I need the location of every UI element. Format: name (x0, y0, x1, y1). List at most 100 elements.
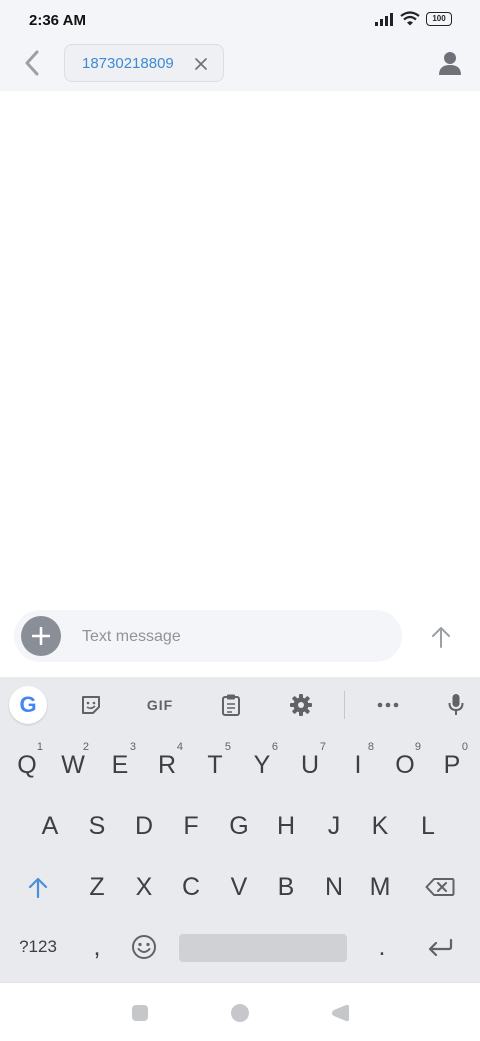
comma-key[interactable]: , (75, 921, 119, 973)
attach-button[interactable] (21, 616, 61, 656)
clipboard-button[interactable] (211, 685, 251, 725)
status-icons: 100 (374, 11, 452, 26)
backspace-key[interactable] (418, 861, 462, 913)
key-y[interactable]: Y6 (240, 739, 284, 791)
period-key[interactable]: . (360, 921, 404, 973)
space-key[interactable] (179, 934, 347, 962)
key-hint: 5 (224, 741, 231, 753)
google-search-button[interactable]: G (9, 686, 47, 724)
key-hint: 1 (36, 741, 43, 753)
battery-icon: 100 (426, 11, 452, 26)
arrow-up-icon (432, 627, 450, 648)
key-x[interactable]: X (122, 861, 166, 913)
recipient-number: 18730218809 (82, 54, 174, 72)
key-label: W (61, 750, 85, 779)
key-hint: 7 (319, 741, 326, 753)
backspace-icon (425, 878, 455, 896)
contact-button[interactable] (436, 48, 464, 78)
key-label: U (300, 750, 320, 779)
status-time: 2:36 AM (29, 12, 86, 29)
enter-icon (428, 938, 453, 956)
symbols-key[interactable]: ?123 (12, 921, 64, 973)
microphone-icon (448, 694, 464, 715)
key-s[interactable]: S (75, 800, 119, 852)
key-hint: 3 (129, 741, 136, 753)
key-label: Y (253, 750, 271, 779)
key-hint: 4 (176, 741, 183, 753)
top-bar: 2:36 AM 100 18730218809 (0, 0, 480, 91)
send-button[interactable] (424, 620, 458, 654)
gear-icon (290, 694, 312, 716)
key-label: O (395, 750, 415, 779)
shift-key[interactable] (16, 861, 60, 913)
chevron-left-icon (25, 50, 39, 76)
enter-key[interactable] (418, 921, 462, 973)
home-button[interactable] (230, 1003, 250, 1023)
recents-icon (132, 1005, 148, 1021)
key-r[interactable]: R4 (145, 739, 189, 791)
key-n[interactable]: N (312, 861, 356, 913)
settings-button[interactable] (281, 685, 321, 725)
keyboard-toolbar: G GIF (0, 677, 480, 732)
plus-icon (32, 627, 50, 645)
voice-input-button[interactable] (436, 685, 476, 725)
key-hint: 0 (461, 741, 468, 753)
emoji-icon (132, 935, 156, 959)
battery-level: 100 (432, 13, 446, 23)
more-button[interactable] (368, 685, 408, 725)
key-q[interactable]: Q1 (5, 739, 49, 791)
recipient-chip[interactable]: 18730218809 (64, 44, 224, 82)
system-navigation-bar (0, 982, 480, 1041)
key-k[interactable]: K (358, 800, 402, 852)
key-label: T (207, 750, 223, 779)
key-u[interactable]: U7 (288, 739, 332, 791)
key-g[interactable]: G (217, 800, 261, 852)
key-a[interactable]: A (28, 800, 72, 852)
close-icon (195, 58, 207, 70)
signal-icon (375, 12, 393, 26)
key-v[interactable]: V (217, 861, 261, 913)
key-hint: 9 (414, 741, 421, 753)
person-icon (439, 52, 461, 75)
gif-button[interactable]: GIF (140, 685, 180, 725)
key-i[interactable]: I8 (336, 739, 380, 791)
key-label: P (443, 750, 461, 779)
recents-button[interactable] (130, 1003, 150, 1023)
key-d[interactable]: D (122, 800, 166, 852)
shift-arrow-icon (28, 877, 48, 898)
key-c[interactable]: C (169, 861, 213, 913)
key-t[interactable]: T5 (193, 739, 237, 791)
key-b[interactable]: B (264, 861, 308, 913)
gif-label: GIF (146, 697, 174, 713)
toolbar-divider (344, 691, 345, 719)
key-e[interactable]: E3 (98, 739, 142, 791)
clipboard-icon (222, 694, 240, 716)
message-thread (0, 91, 480, 603)
wifi-icon (400, 11, 420, 26)
key-m[interactable]: M (358, 861, 402, 913)
more-horizontal-icon (377, 702, 399, 708)
key-f[interactable]: F (169, 800, 213, 852)
message-input[interactable] (80, 618, 384, 656)
back-button[interactable] (18, 48, 46, 78)
key-j[interactable]: J (312, 800, 356, 852)
key-p[interactable]: P0 (430, 739, 474, 791)
remove-recipient-button[interactable] (191, 54, 211, 74)
compose-bar (14, 610, 402, 662)
key-h[interactable]: H (264, 800, 308, 852)
key-w[interactable]: W2 (51, 739, 95, 791)
nav-back-button[interactable] (330, 1003, 350, 1023)
key-z[interactable]: Z (75, 861, 119, 913)
home-icon (231, 1004, 249, 1022)
sticker-button[interactable] (71, 685, 111, 725)
key-label: Q (17, 750, 37, 779)
key-o[interactable]: O9 (383, 739, 427, 791)
key-hint: 6 (271, 741, 278, 753)
emoji-key[interactable] (122, 921, 166, 973)
key-label: E (111, 750, 129, 779)
key-label: R (157, 750, 177, 779)
key-hint: 8 (367, 741, 374, 753)
key-l[interactable]: L (406, 800, 450, 852)
key-label: I (354, 750, 362, 779)
google-icon: G (19, 692, 37, 717)
